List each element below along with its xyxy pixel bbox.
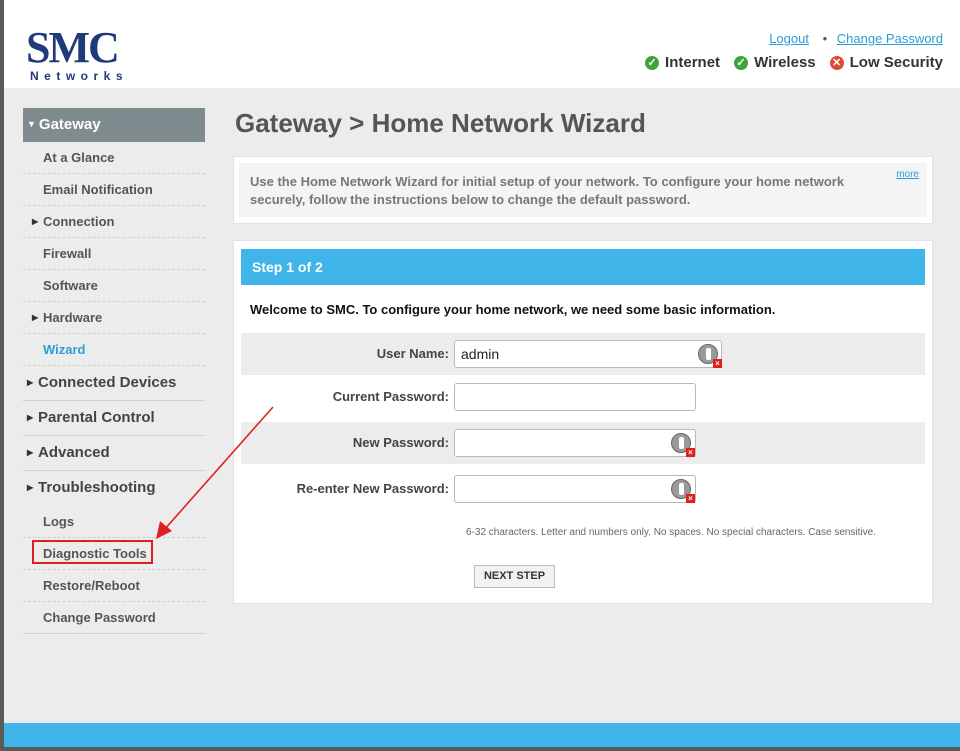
reenter-password-label: Re-enter New Password:: [296, 481, 449, 496]
status-wireless: ✓ Wireless: [734, 54, 816, 71]
sidebar-item-label: Change Password: [43, 610, 156, 625]
password-manager-key-icon[interactable]: ×: [698, 344, 722, 368]
caret-down-icon: ▼: [27, 119, 36, 129]
current-password-label: Current Password:: [332, 389, 449, 404]
sidebar-gateway[interactable]: ▼ Gateway: [23, 108, 205, 142]
form-row-username: User Name: admin ×: [241, 333, 925, 375]
new-password-field[interactable]: [454, 429, 696, 457]
sidebar-item-label: Hardware: [43, 310, 103, 325]
sidebar-item-label: Wizard: [43, 342, 86, 357]
info-panel: Use the Home Network Wizard for initial …: [233, 156, 933, 224]
header: SMC Networks Logout • Change Password ✓ …: [4, 0, 960, 88]
check-circle-icon: ✓: [645, 55, 660, 70]
sidebar-group-troubleshooting[interactable]: ▶ Troubleshooting: [23, 471, 205, 506]
sidebar-item-label: At a Glance: [43, 150, 115, 165]
check-circle-icon: ✓: [734, 55, 749, 70]
sidebar-item-label: Connection: [43, 214, 115, 229]
sidebar-item-at-a-glance[interactable]: At a Glance: [23, 142, 205, 174]
sidebar-item-email-notification[interactable]: Email Notification: [23, 174, 205, 206]
caret-right-icon: ▶: [27, 413, 34, 422]
next-step-button[interactable]: NEXT STEP: [474, 565, 555, 588]
sidebar-item-label: Email Notification: [43, 182, 153, 197]
welcome-text: Welcome to SMC. To configure your home n…: [250, 302, 776, 317]
password-manager-key-icon[interactable]: ×: [671, 479, 695, 503]
current-password-field[interactable]: [454, 383, 696, 411]
username-label: User Name:: [376, 346, 449, 361]
sidebar-group-advanced[interactable]: ▶ Advanced: [23, 436, 205, 471]
footer-bar: [4, 723, 960, 747]
sidebar-item-label: Restore/Reboot: [43, 578, 140, 593]
sidebar-group-label: Troubleshooting: [38, 479, 156, 496]
more-link[interactable]: more: [896, 169, 919, 180]
top-links: Logout • Change Password: [769, 31, 943, 46]
caret-right-icon: ▶: [32, 217, 39, 226]
x-circle-icon: ✕: [829, 55, 844, 70]
password-manager-key-icon[interactable]: ×: [671, 433, 695, 457]
sidebar-item-connection[interactable]: ▶ Connection: [23, 206, 205, 238]
sidebar-group-label: Connected Devices: [38, 374, 177, 391]
sidebar-item-firewall[interactable]: Firewall: [23, 238, 205, 270]
wizard-panel: Step 1 of 2 Welcome to SMC. To configure…: [233, 240, 933, 604]
new-password-label: New Password:: [352, 435, 449, 450]
info-panel-inner: Use the Home Network Wizard for initial …: [239, 163, 927, 217]
caret-right-icon: ▶: [27, 483, 34, 492]
sidebar-gateway-label: Gateway: [38, 116, 101, 133]
username-field[interactable]: admin: [454, 340, 722, 368]
sidebar-item-label: Firewall: [43, 246, 92, 261]
status-label: Wireless: [754, 54, 816, 71]
sidebar-group-label: Parental Control: [38, 409, 155, 426]
info-text: Use the Home Network Wizard for initial …: [250, 174, 845, 207]
caret-right-icon: ▶: [27, 378, 34, 387]
smc-logo: SMC Networks: [26, 23, 146, 84]
logo-subtext: Networks: [30, 69, 129, 83]
annotation-highlight-box: [32, 540, 153, 564]
password-hint: 6-32 characters. Letter and numbers only…: [466, 527, 877, 538]
status-label: Internet: [665, 54, 721, 71]
status-row: ✓ Internet ✓ Wireless ✕ Low Security: [645, 54, 943, 71]
caret-right-icon: ▶: [27, 448, 34, 457]
sidebar-item-label: Software: [43, 278, 98, 293]
step-header: Step 1 of 2: [241, 249, 925, 285]
sidebar-group-parental-control[interactable]: ▶ Parental Control: [23, 401, 205, 436]
page-title: Gateway > Home Network Wizard: [235, 108, 646, 138]
form-row-new-password: New Password: ×: [241, 422, 925, 464]
sidebar-group-label: Advanced: [38, 444, 110, 461]
status-internet: ✓ Internet: [645, 54, 720, 71]
page: SMC Networks Logout • Change Password ✓ …: [4, 0, 960, 747]
form-row-current-password: Current Password:: [241, 376, 925, 418]
status-security: ✕ Low Security: [829, 54, 943, 71]
logout-link[interactable]: Logout: [769, 31, 809, 46]
sidebar-item-wizard[interactable]: Wizard: [23, 334, 205, 366]
form-row-reenter-password: Re-enter New Password: ×: [241, 468, 925, 510]
sidebar-item-restore-reboot[interactable]: Restore/Reboot: [23, 570, 205, 602]
status-label: Low Security: [849, 54, 943, 71]
sidebar-item-change-password[interactable]: Change Password: [23, 602, 205, 634]
sidebar-item-logs[interactable]: Logs: [23, 506, 205, 538]
link-separator: •: [822, 31, 828, 46]
caret-right-icon: ▶: [32, 313, 39, 322]
sidebar-item-label: Logs: [43, 514, 75, 529]
sidebar-group-connected-devices[interactable]: ▶ Connected Devices: [23, 366, 205, 401]
logo-text: SMC: [26, 23, 120, 72]
change-password-link[interactable]: Change Password: [837, 31, 943, 46]
sidebar-item-software[interactable]: Software: [23, 270, 205, 302]
reenter-password-field[interactable]: [454, 475, 696, 503]
sidebar-item-hardware[interactable]: ▶ Hardware: [23, 302, 205, 334]
